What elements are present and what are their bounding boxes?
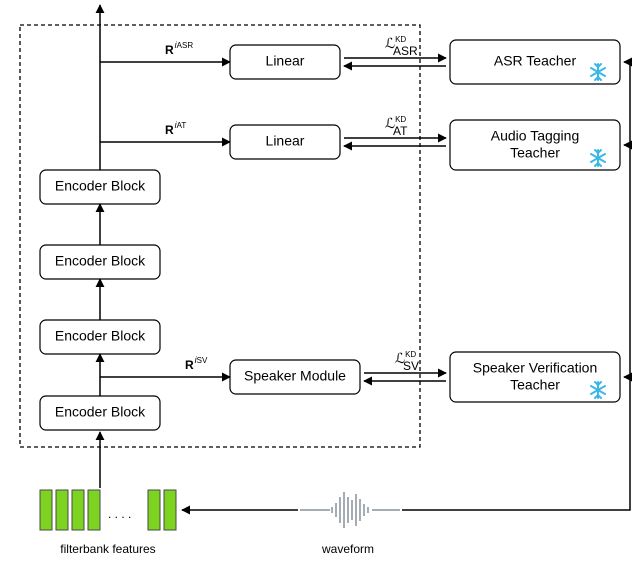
waveform-label: waveform bbox=[321, 542, 374, 556]
tap-sv-label: RiSV bbox=[185, 355, 208, 372]
bidir-arrow-sv bbox=[364, 373, 446, 381]
encoder-block-3-label: Encoder Block bbox=[55, 253, 146, 269]
linear-asr-label: Linear bbox=[266, 53, 305, 69]
filterbank-bars: . . . . bbox=[40, 490, 176, 530]
speaker-module-label: Speaker Module bbox=[244, 368, 346, 384]
linear-at-label: Linear bbox=[266, 133, 305, 149]
bidir-arrow-asr bbox=[344, 58, 446, 66]
asr-teacher-label: ASR Teacher bbox=[494, 53, 577, 69]
dots: . . . . bbox=[108, 507, 131, 521]
waveform-icon bbox=[300, 492, 400, 528]
tap-asr-label: RiASR bbox=[165, 40, 193, 57]
loss-sv-sub: SV bbox=[403, 359, 419, 373]
filterbank-label: filterbank features bbox=[60, 542, 155, 556]
encoder-block-2-label: Encoder Block bbox=[55, 328, 146, 344]
at-teacher-label2: Teacher bbox=[510, 145, 560, 161]
sv-teacher-label1: Speaker Verification bbox=[473, 360, 598, 376]
encoder-block-1-label: Encoder Block bbox=[55, 404, 146, 420]
bidir-arrow-at bbox=[344, 138, 446, 146]
at-teacher-label1: Audio Tagging bbox=[491, 128, 579, 144]
sv-teacher-label2: Teacher bbox=[510, 377, 560, 393]
tap-at-label: RiAT bbox=[165, 120, 186, 137]
loss-asr-sub: ASR bbox=[393, 44, 418, 58]
encoder-block-4-label: Encoder Block bbox=[55, 178, 146, 194]
loss-at-sub: AT bbox=[393, 124, 408, 138]
